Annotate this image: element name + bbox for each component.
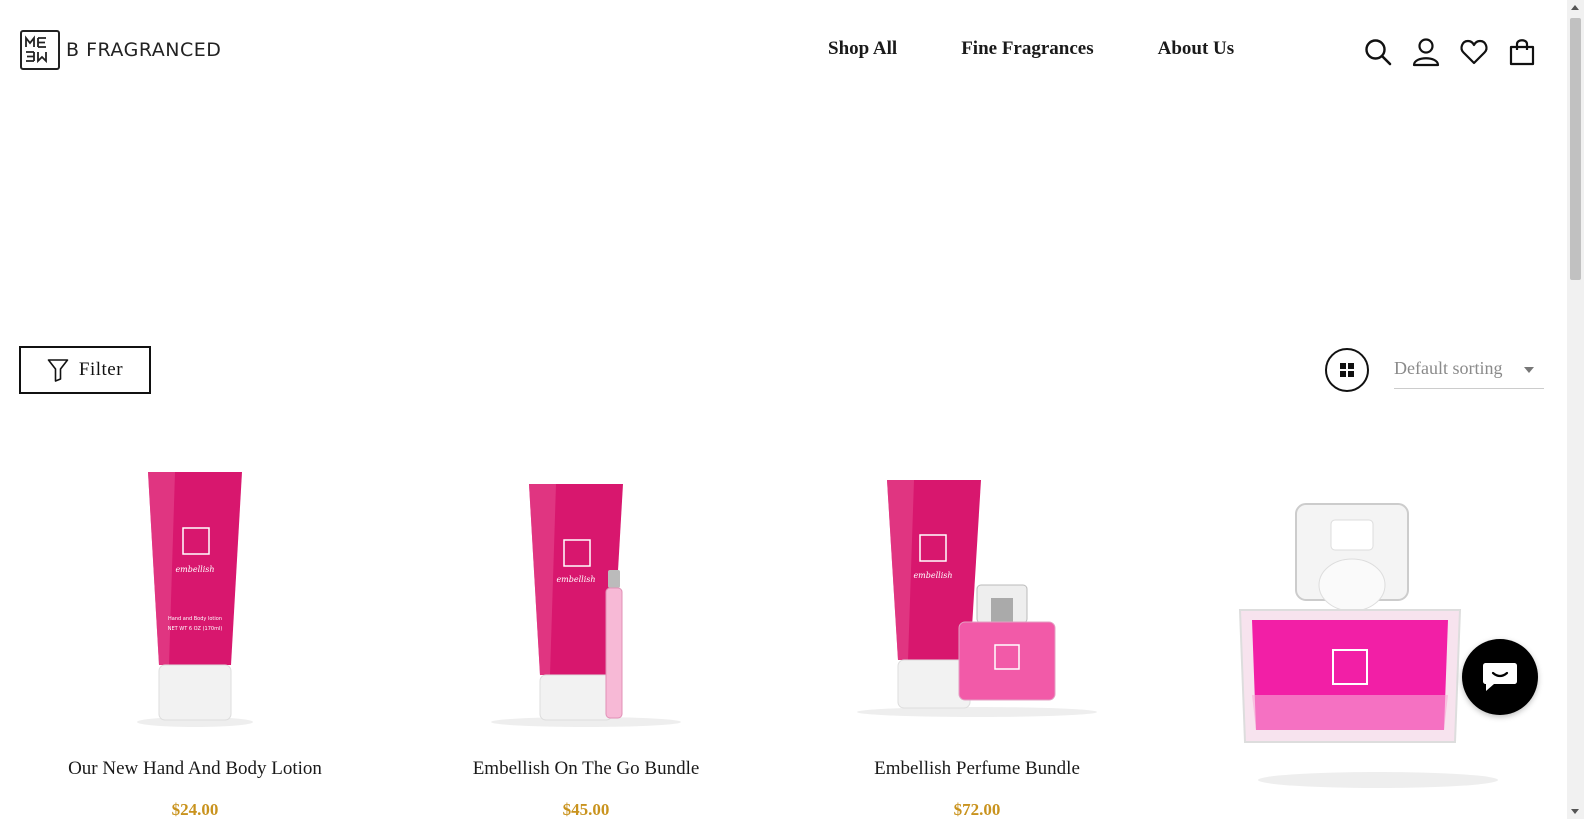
chevron-down-icon [1524, 367, 1534, 373]
product-price: $24.00 [171, 800, 219, 819]
nav-fine-fragrances[interactable]: Fine Fragrances [961, 38, 1093, 60]
funnel-icon [47, 359, 69, 382]
account-icon[interactable] [1410, 36, 1442, 68]
product-card-lotion[interactable]: embellish Hand and Body lotion NET WT 6 … [45, 460, 345, 820]
brand-name: B FRAGRANCED [66, 39, 222, 61]
svg-text:embellish: embellish [556, 575, 595, 584]
product-name[interactable]: Embellish Perfume Bundle [827, 758, 1127, 780]
product-image [1238, 503, 1498, 788]
chat-bubble-icon [1483, 663, 1517, 691]
filter-label: Filter [78, 359, 124, 380]
svg-text:embellish: embellish [175, 565, 214, 574]
brand-logo[interactable]: B FRAGRANCED [20, 30, 221, 70]
page-scrollbar[interactable] [1567, 0, 1584, 819]
product-card-on-the-go[interactable]: embellish Embellish On The Go Bundle $45… [436, 460, 736, 820]
mebw-monogram-icon [20, 30, 60, 70]
filter-button[interactable]: Filter [19, 346, 151, 394]
nav-about-us[interactable]: About Us [1158, 38, 1235, 60]
wishlist-heart-icon[interactable] [1458, 36, 1490, 68]
svg-text:embellish: embellish [913, 571, 952, 580]
chat-launcher[interactable] [1462, 639, 1538, 715]
scrollbar-thumb[interactable] [1570, 18, 1581, 280]
cart-bag-icon[interactable] [1506, 36, 1538, 68]
product-name[interactable]: Our New Hand And Body Lotion [45, 758, 345, 780]
header-actions [1362, 36, 1538, 68]
product-image: embellish [857, 480, 1097, 717]
scroll-down-arrow-icon[interactable] [1571, 809, 1579, 814]
sort-selected-value: Default sorting [1394, 358, 1503, 378]
nav-shop-all[interactable]: Shop All [828, 38, 897, 60]
product-name[interactable]: Embellish On The Go Bundle [436, 758, 736, 780]
grid-view-toggle[interactable] [1325, 348, 1369, 392]
search-icon[interactable] [1362, 36, 1394, 68]
svg-text:NET WT 6 OZ (170ml): NET WT 6 OZ (170ml) [168, 626, 223, 632]
product-price: $72.00 [953, 800, 1001, 819]
scroll-up-arrow-icon[interactable] [1571, 5, 1579, 10]
product-image: embellish Hand and Body lotion NET WT 6 … [137, 472, 253, 727]
grid-view-icon [1340, 363, 1354, 377]
product-card-perfume-bundle[interactable]: embellish Embellish Perfume Bundle $72.0… [827, 460, 1127, 820]
main-nav: Shop All Fine Fragrances About Us [828, 38, 1298, 60]
product-image: embellish [491, 484, 681, 727]
product-price: $45.00 [562, 800, 610, 819]
svg-text:Hand and Body lotion: Hand and Body lotion [168, 616, 222, 622]
sort-select[interactable]: Default sorting [1394, 358, 1544, 389]
